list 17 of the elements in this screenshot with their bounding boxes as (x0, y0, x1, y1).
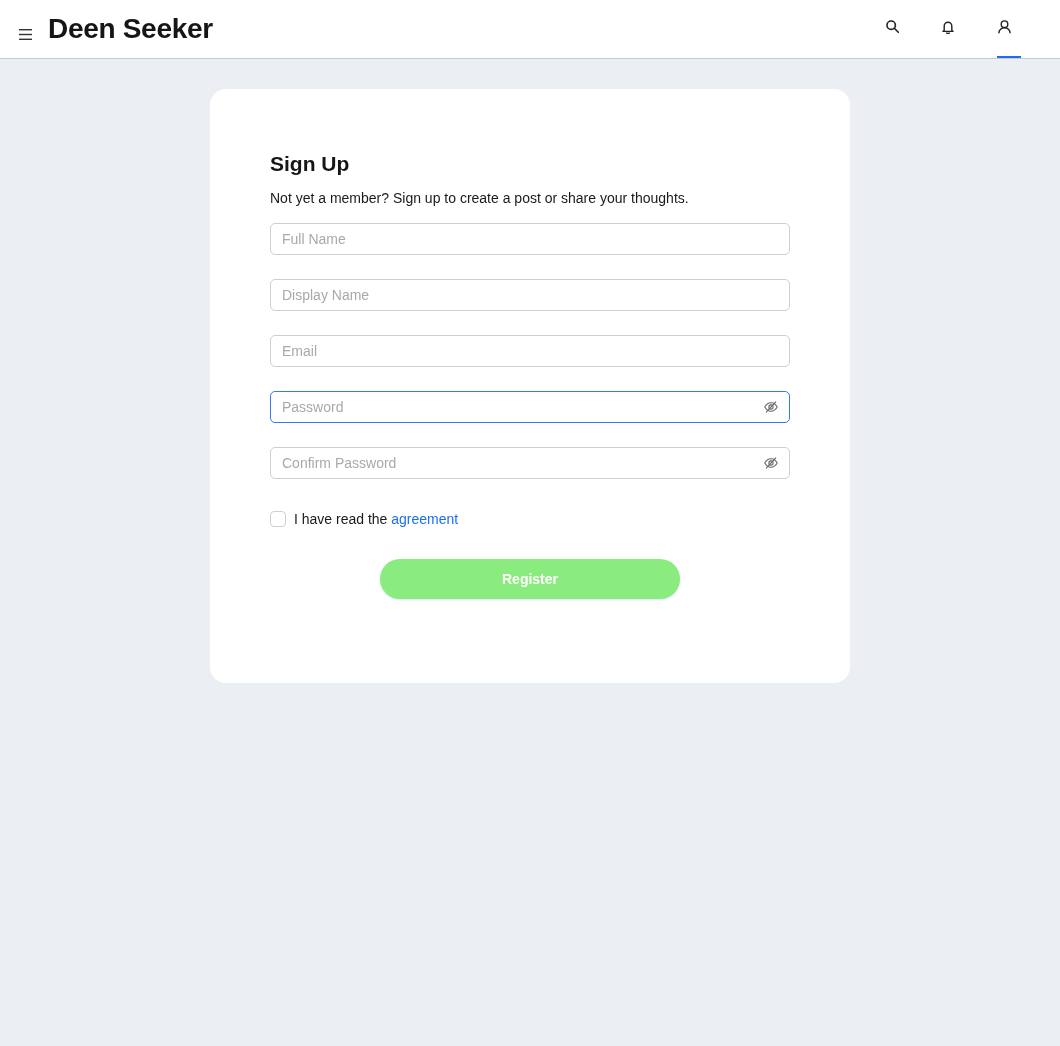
text-field[interactable]: Display Name (270, 279, 790, 311)
bell-icon (942, 20, 954, 34)
eye-slash-icon[interactable] (764, 457, 778, 469)
logo[interactable]: Deen Seeker (48, 13, 213, 45)
eye-slash-icon[interactable] (764, 401, 778, 413)
password-field[interactable]: Password (270, 391, 790, 423)
email-field[interactable]: Email (270, 335, 790, 367)
password-field[interactable]: Confirm Password (270, 447, 790, 479)
form-subtitle: Not yet a member? Sign up to create a post or share your thoughts. (270, 190, 689, 206)
agreement-checkbox[interactable] (270, 511, 286, 527)
search-icon (886, 20, 899, 33)
agreement-label: I have read the agreement (294, 510, 459, 528)
menu-icon[interactable] (19, 28, 32, 40)
form-title: Sign Up (270, 152, 350, 175)
user-icon (998, 20, 1011, 34)
text-field[interactable]: Full Name (270, 223, 790, 255)
agreement-link[interactable]: agreement (391, 510, 459, 527)
